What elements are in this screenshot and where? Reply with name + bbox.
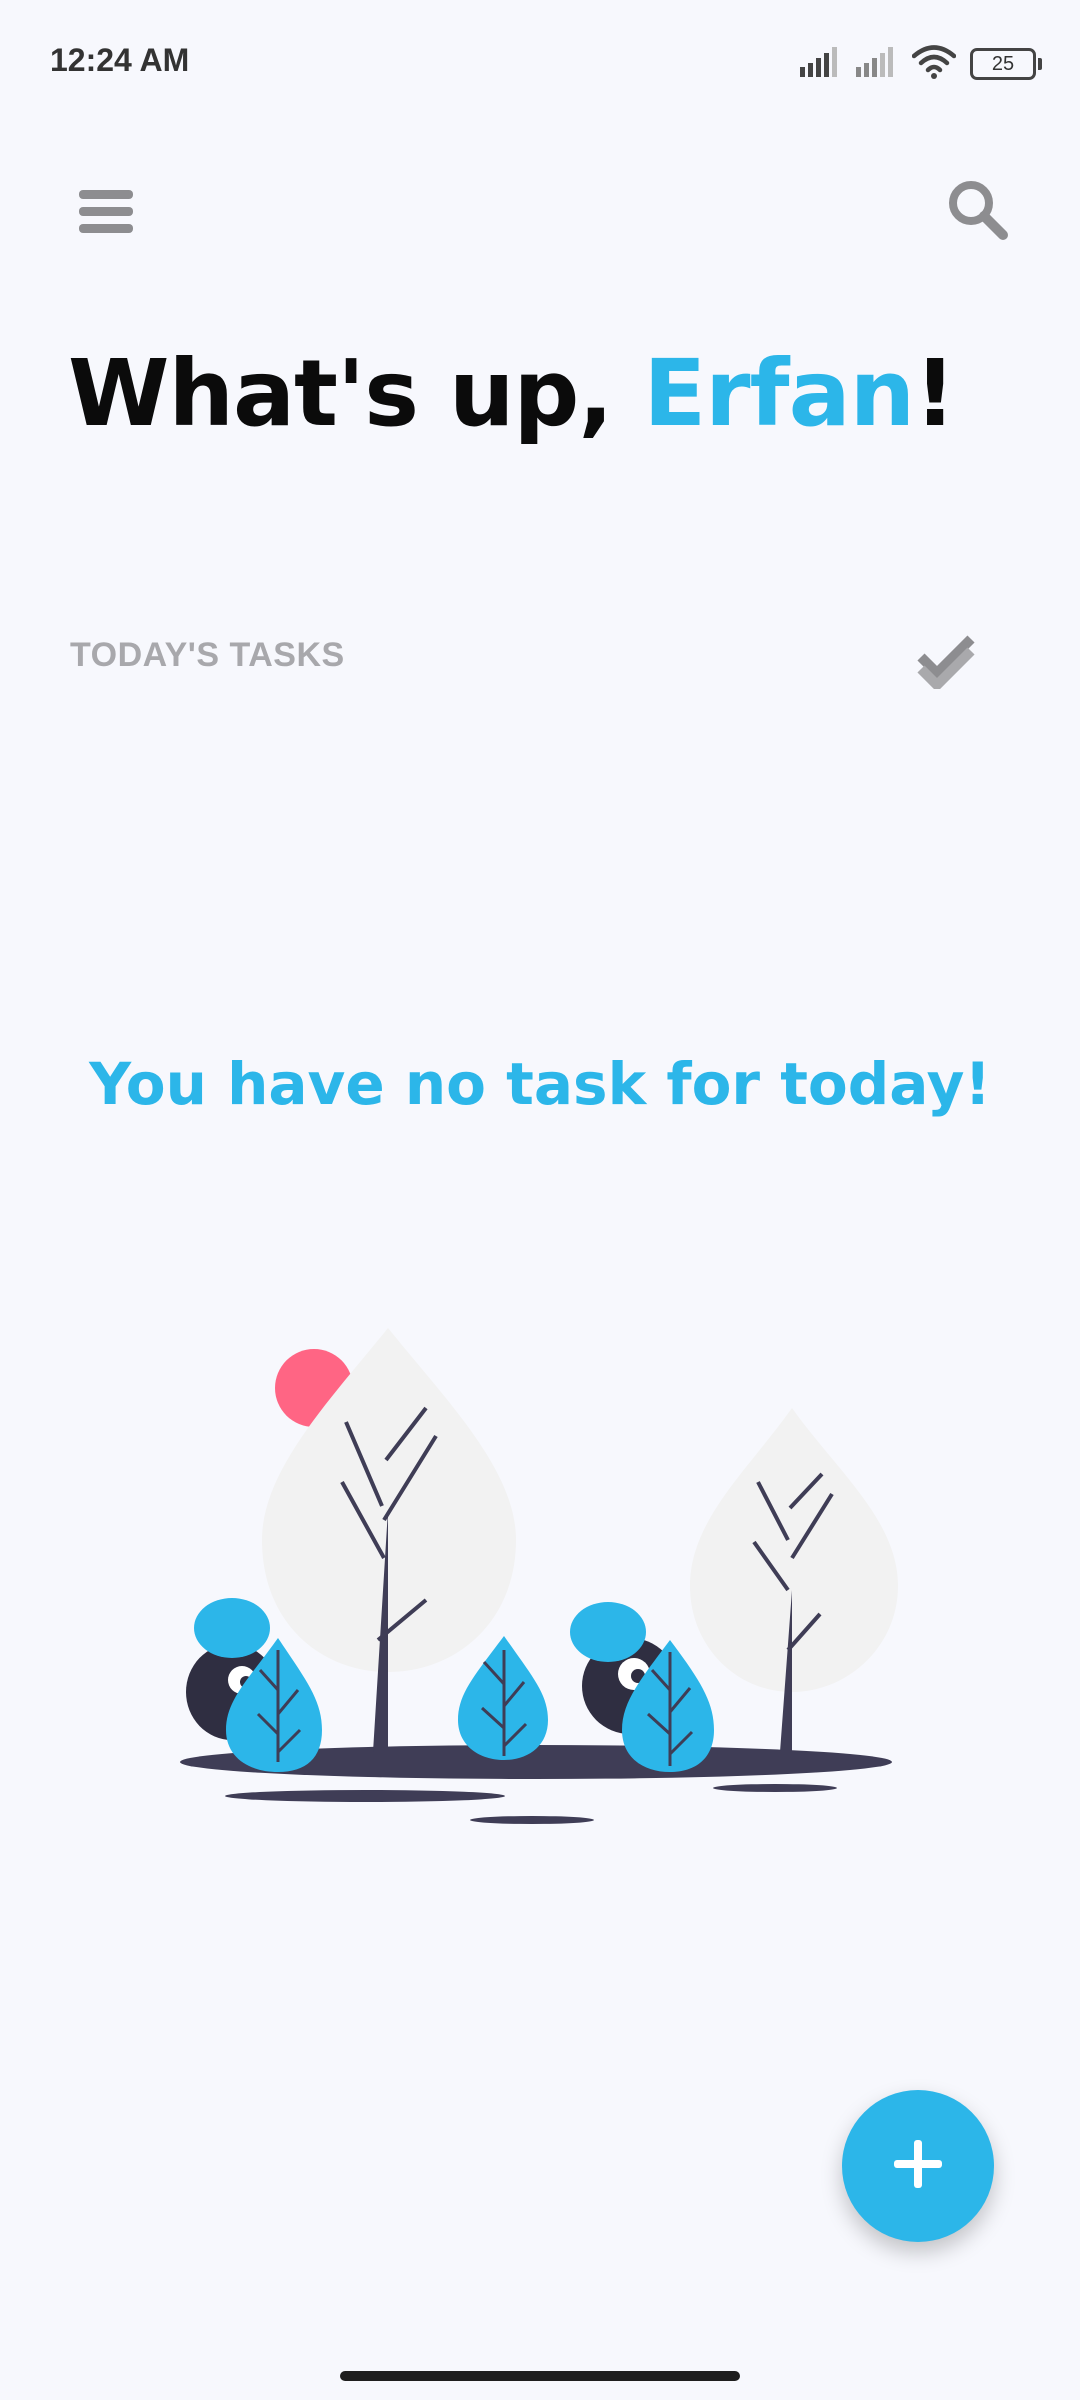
greeting-heading: What's up, Erfan! [68,340,956,447]
search-icon [945,177,1011,247]
greeting-prefix: What's up, [68,340,644,447]
status-time: 12:24 AM [50,42,190,78]
user-name: Erfan [643,340,915,447]
plus-icon [890,2136,946,2196]
wifi-icon [911,45,957,83]
greeting-suffix: ! [914,340,956,447]
add-task-button[interactable] [842,2090,994,2242]
mark-all-done-button[interactable] [910,622,984,696]
search-button[interactable] [936,170,1020,254]
empty-state-message: You have no task for today! [89,1050,991,1118]
menu-button[interactable] [64,172,148,256]
signal-icon [800,47,842,81]
double-check-icon [915,625,979,693]
signal-icon [856,47,898,81]
menu-icon [75,184,137,244]
home-indicator[interactable] [340,2371,740,2381]
status-bar: 12:24 AM 25 [0,0,1080,130]
empty-state-illustration [170,1310,910,1830]
todays-tasks-header: TODAY'S TASKS [70,636,345,674]
battery-icon: 25 [970,48,1042,80]
status-icons: 25 [800,44,1042,84]
